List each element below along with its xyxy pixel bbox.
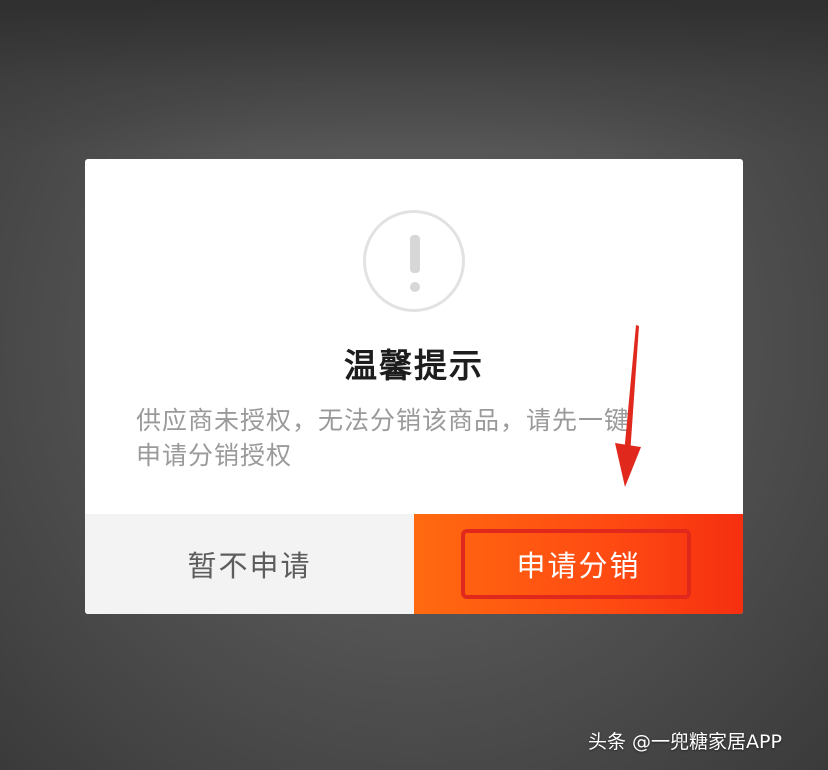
top-shade <box>0 0 828 150</box>
watermark-text: 头条 @一兜糖家居APP <box>588 731 782 753</box>
annotation-highlight-box <box>461 529 691 599</box>
dialog-message-line-2: 申请分销授权 <box>136 441 293 470</box>
dialog-message: 供应商未授权，无法分销该商品，请先一键 申请分销授权 <box>136 403 692 473</box>
cancel-button[interactable]: 暂不申请 <box>85 514 414 614</box>
dialog-message-line-1: 供应商未授权，无法分销该商品，请先一键 <box>136 406 631 435</box>
exclamation-bar <box>410 235 420 273</box>
exclamation-dot <box>410 282 420 292</box>
red-arrow-down-icon <box>615 325 641 487</box>
exclamation-circle-icon <box>363 210 465 312</box>
